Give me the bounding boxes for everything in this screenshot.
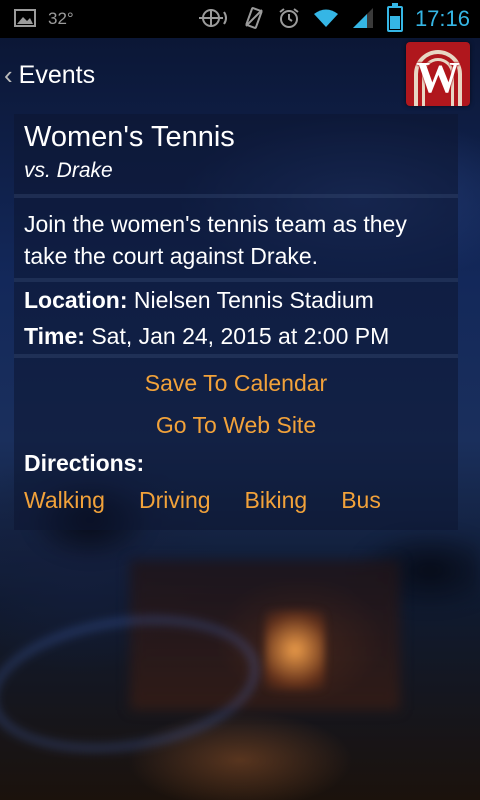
signal-icon [351, 7, 375, 32]
save-to-calendar-link[interactable]: Save To Calendar [14, 362, 458, 404]
clock-time: 17:16 [414, 6, 470, 31]
location-value: Nielsen Tennis Stadium [133, 287, 374, 313]
temperature-text: 32° [48, 9, 74, 28]
alarm-icon [277, 6, 301, 33]
time-label: Time: [24, 323, 85, 349]
go-to-website-link[interactable]: Go To Web Site [14, 404, 458, 446]
back-to-events[interactable]: Events [19, 61, 95, 90]
directions-driving-link[interactable]: Driving [139, 480, 211, 520]
directions-biking-link[interactable]: Biking [245, 480, 308, 520]
vibrate-icon [243, 6, 265, 33]
background-lit-window [265, 610, 325, 690]
event-description: Join the women's tennis team as they tak… [24, 211, 407, 269]
directions-walking-link[interactable]: Walking [24, 480, 105, 520]
sync-icon [197, 7, 231, 32]
app-logo[interactable]: W [406, 42, 470, 106]
image-icon [14, 8, 36, 30]
directions-options: Walking Driving Biking Bus [14, 480, 458, 530]
event-detail-panel: Women's Tennis vs. Drake Join the women'… [14, 114, 458, 530]
back-chevron-icon[interactable]: ‹ [4, 60, 13, 91]
wifi-icon [313, 8, 339, 31]
directions-label: Directions: [24, 450, 145, 476]
battery-icon [386, 3, 403, 32]
location-label: Location: [24, 287, 128, 313]
time-value: Sat, Jan 24, 2015 at 2:00 PM [91, 323, 390, 349]
time-line: Time: Sat, Jan 24, 2015 at 2:00 PM [24, 318, 448, 354]
event-title: Women's Tennis [24, 121, 235, 153]
directions-bus-link[interactable]: Bus [341, 480, 381, 520]
event-opponent: vs. Drake [24, 159, 113, 182]
logo-letter: W [416, 53, 460, 102]
location-line: Location: Nielsen Tennis Stadium [24, 282, 448, 318]
action-bar: ‹ Events W [0, 38, 480, 112]
status-bar: 32° 17:16 [0, 0, 480, 38]
